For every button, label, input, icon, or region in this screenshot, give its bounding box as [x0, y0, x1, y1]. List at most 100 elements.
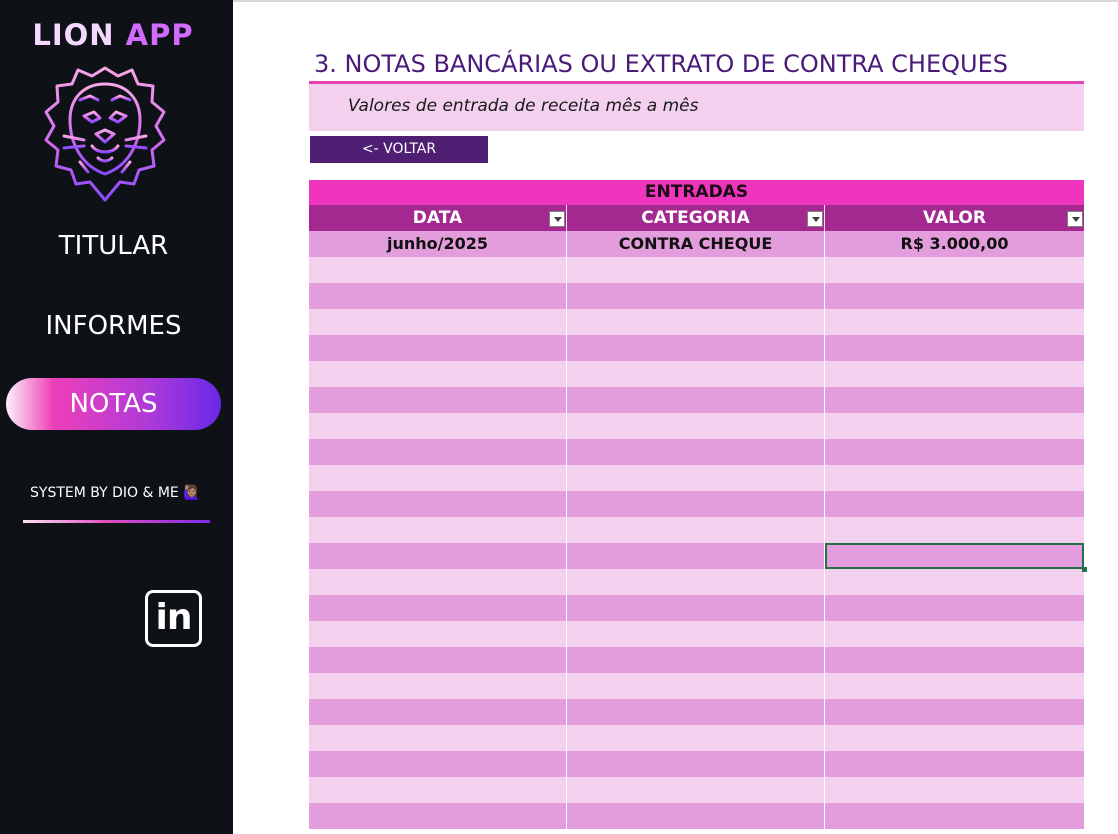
selected-cell[interactable] [825, 543, 1087, 572]
table-cell[interactable] [825, 361, 1084, 387]
app-title-app: APP [125, 18, 194, 52]
table-cell[interactable] [567, 491, 825, 517]
table-cell[interactable] [567, 361, 825, 387]
table-cell[interactable]: R$ 3.000,00 [825, 231, 1084, 257]
column-header-label: CATEGORIA [641, 208, 750, 228]
table-cell[interactable] [825, 465, 1084, 491]
table-row [309, 803, 1084, 829]
filter-dropdown-icon[interactable] [549, 211, 565, 227]
table-header-row: DATA CATEGORIA VALOR [309, 205, 1084, 231]
nav-titular[interactable]: TITULAR [6, 220, 221, 272]
table-cell[interactable] [309, 387, 567, 413]
table-cell[interactable] [567, 595, 825, 621]
table-cell[interactable] [567, 335, 825, 361]
table-cell[interactable] [825, 387, 1084, 413]
table-cell[interactable] [567, 413, 825, 439]
table-cell[interactable] [825, 569, 1084, 595]
column-header-valor[interactable]: VALOR [825, 205, 1084, 231]
table-cell[interactable] [309, 283, 567, 309]
table-cell[interactable] [825, 673, 1084, 699]
table-cell[interactable] [309, 543, 567, 569]
table-cell[interactable] [825, 803, 1084, 829]
table-cell[interactable] [825, 777, 1084, 803]
top-divider [233, 0, 1118, 2]
table-cell[interactable] [825, 257, 1084, 283]
table-cell[interactable] [309, 673, 567, 699]
table-cell[interactable] [567, 257, 825, 283]
filter-dropdown-icon[interactable] [807, 211, 823, 227]
table-cell[interactable] [567, 387, 825, 413]
table-cell[interactable] [567, 283, 825, 309]
table-cell[interactable] [825, 725, 1084, 751]
linkedin-icon[interactable]: in [145, 590, 202, 647]
table-cell[interactable] [567, 673, 825, 699]
table-cell[interactable] [309, 569, 567, 595]
nav-notas-active[interactable]: NOTAS [6, 378, 221, 430]
table-cell[interactable] [567, 699, 825, 725]
table-cell[interactable] [825, 413, 1084, 439]
nav-informes[interactable]: INFORMES [6, 300, 221, 352]
table-cell[interactable] [309, 699, 567, 725]
table-cell[interactable] [825, 491, 1084, 517]
table-cell[interactable] [825, 439, 1084, 465]
table-cell[interactable] [309, 751, 567, 777]
table-cell[interactable] [567, 309, 825, 335]
table-cell[interactable] [309, 335, 567, 361]
table-row [309, 595, 1084, 621]
table-cell[interactable] [309, 595, 567, 621]
table-row [309, 361, 1084, 387]
table-cell[interactable] [567, 803, 825, 829]
credit-divider [23, 520, 210, 523]
table-cell[interactable] [567, 751, 825, 777]
table-cell[interactable] [567, 621, 825, 647]
table-cell[interactable] [567, 517, 825, 543]
table-cell[interactable] [309, 803, 567, 829]
table-cell[interactable] [309, 413, 567, 439]
table-cell[interactable] [567, 647, 825, 673]
table-row: junho/2025 CONTRA CHEQUE R$ 3.000,00 [309, 231, 1084, 257]
table-cell[interactable] [309, 439, 567, 465]
table-cell[interactable]: junho/2025 [309, 231, 567, 257]
table-cell[interactable] [309, 361, 567, 387]
table-cell[interactable] [825, 517, 1084, 543]
table-cell[interactable] [567, 465, 825, 491]
table-cell[interactable] [567, 725, 825, 751]
table-cell[interactable]: CONTRA CHEQUE [567, 231, 825, 257]
table-cell[interactable] [309, 491, 567, 517]
table-row [309, 725, 1084, 751]
table-cell[interactable] [309, 465, 567, 491]
table-cell[interactable] [309, 621, 567, 647]
column-header-data[interactable]: DATA [309, 205, 567, 231]
table-row [309, 621, 1084, 647]
table-cell[interactable] [567, 543, 825, 569]
table-row [309, 569, 1084, 595]
table-cell[interactable] [825, 647, 1084, 673]
table-row [309, 413, 1084, 439]
table-row [309, 673, 1084, 699]
table-cell[interactable] [825, 621, 1084, 647]
table-cell[interactable] [825, 699, 1084, 725]
table-cell[interactable] [825, 751, 1084, 777]
table-cell[interactable] [309, 257, 567, 283]
table-cell[interactable] [825, 283, 1084, 309]
table-cell[interactable] [825, 335, 1084, 361]
table-row [309, 387, 1084, 413]
table-cell[interactable] [309, 517, 567, 543]
column-header-label: DATA [412, 208, 463, 228]
filter-dropdown-icon[interactable] [1067, 211, 1083, 227]
table-group-header: ENTRADAS [309, 180, 1084, 205]
table-cell[interactable] [825, 309, 1084, 335]
page-subtitle: Valores de entrada de receita mês a mês [348, 96, 699, 116]
table-cell[interactable] [567, 777, 825, 803]
app-title: LION APP [0, 18, 226, 52]
table-cell[interactable] [309, 309, 567, 335]
table-cell[interactable] [567, 569, 825, 595]
table-cell[interactable] [567, 439, 825, 465]
table-cell[interactable] [309, 725, 567, 751]
table-row [309, 309, 1084, 335]
column-header-categoria[interactable]: CATEGORIA [567, 205, 825, 231]
table-cell[interactable] [825, 595, 1084, 621]
table-cell[interactable] [309, 647, 567, 673]
back-button[interactable]: <- VOLTAR [310, 136, 488, 163]
table-cell[interactable] [309, 777, 567, 803]
